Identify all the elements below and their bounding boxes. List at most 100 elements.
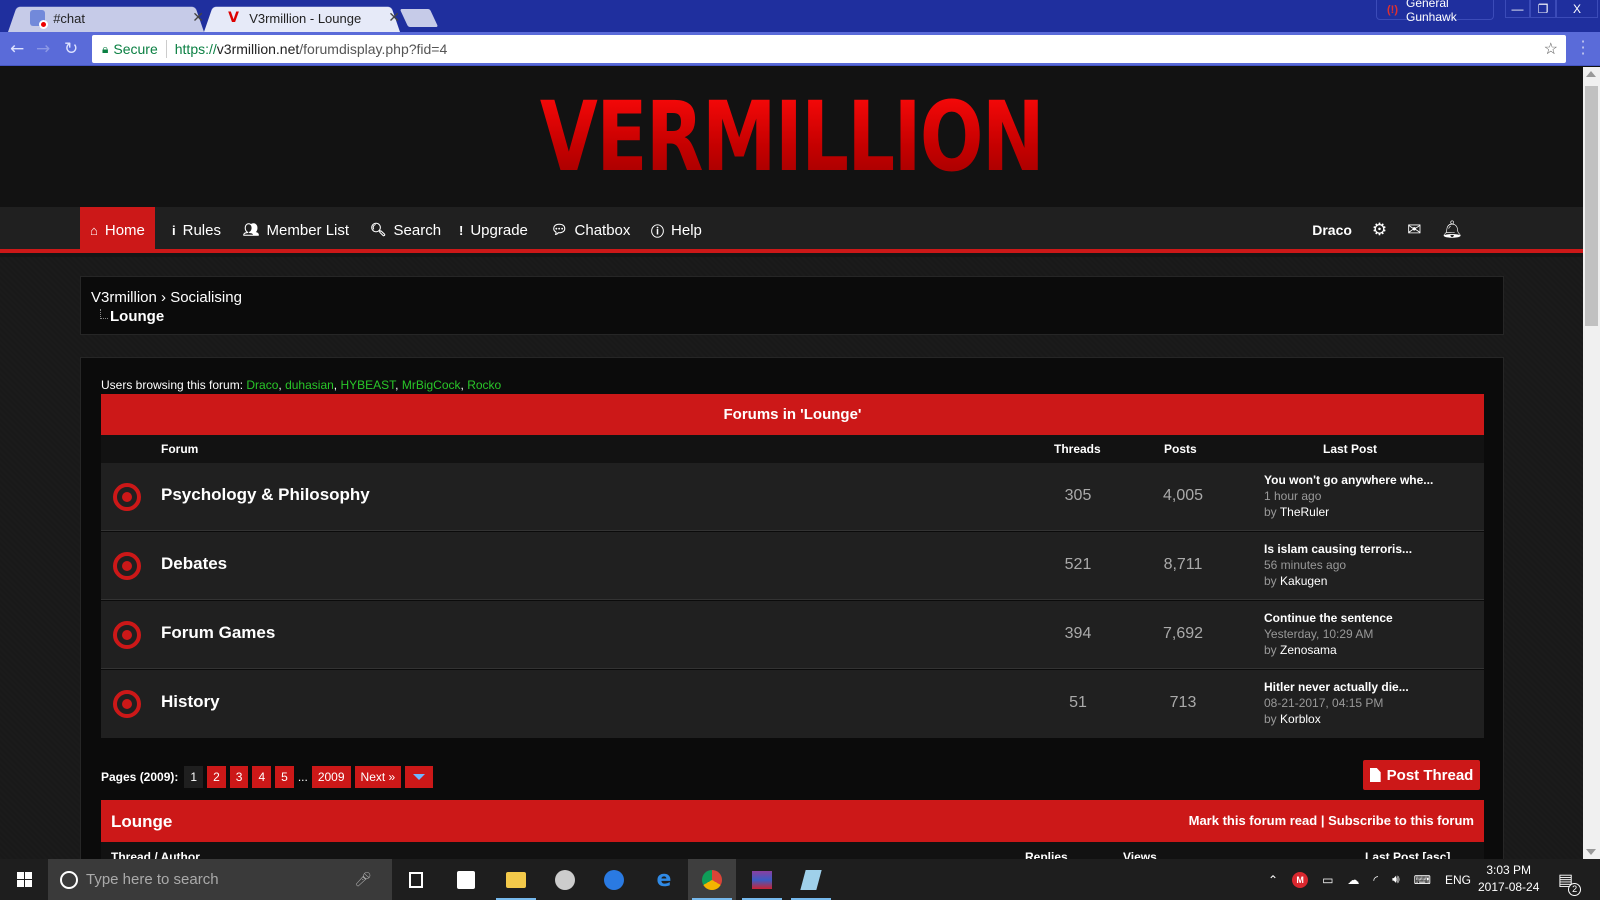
taskbar-search[interactable]: Type here to search 🎤︎: [48, 859, 392, 900]
scroll-up-icon[interactable]: [1586, 71, 1596, 77]
thread-list-header: Lounge Mark this forum read | Subscribe …: [101, 800, 1484, 842]
col-thread-author[interactable]: Thread / Author: [111, 850, 200, 859]
scroll-down-icon[interactable]: [1586, 849, 1596, 855]
wifi-icon[interactable]: ◜: [1373, 873, 1378, 887]
chrome-icon[interactable]: [688, 859, 736, 900]
forum-status-icon: [113, 552, 141, 580]
col-replies[interactable]: Replies: [1025, 850, 1068, 859]
forum-last-post: You won't go anywhere whe... 1 hour ago …: [1264, 472, 1433, 520]
breadcrumb-root[interactable]: V3rmillion: [91, 289, 157, 306]
nav-upgrade[interactable]: ! Upgrade: [449, 207, 538, 253]
breadcrumb-parent[interactable]: Socialising: [170, 289, 242, 306]
nav-member-list[interactable]: 👥︎ Member List: [233, 207, 359, 253]
jump-to-page-dropdown-icon[interactable]: [405, 766, 434, 788]
tab-chat[interactable]: #chat ✕: [8, 4, 204, 32]
browser-menu-icon[interactable]: · · ·: [1580, 34, 1586, 62]
nav-rules[interactable]: i Rules: [162, 207, 231, 253]
onedrive-icon[interactable]: ☁: [1347, 873, 1359, 887]
back-icon[interactable]: ←: [10, 39, 24, 59]
forum-name[interactable]: History: [161, 692, 220, 712]
microphone-icon[interactable]: 🎤︎: [354, 871, 372, 888]
nav-home[interactable]: ⌂ Home: [80, 207, 155, 253]
browsing-user[interactable]: Draco: [246, 378, 278, 392]
last-post-title[interactable]: You won't go anywhere whe...: [1264, 472, 1433, 488]
panda-app-icon[interactable]: [541, 859, 589, 900]
close-window-button[interactable]: X: [1556, 0, 1598, 18]
breadcrumb: V3rmillion › Socialising Lounge: [80, 276, 1504, 335]
reload-icon[interactable]: ↻: [64, 39, 78, 59]
col-posts: Posts: [1164, 442, 1197, 456]
volume-icon[interactable]: 🔊︎: [1392, 872, 1400, 887]
last-post-title[interactable]: Continue the sentence: [1264, 610, 1393, 626]
username-link[interactable]: Draco: [1312, 222, 1352, 238]
last-post-author[interactable]: Zenosama: [1280, 643, 1337, 657]
users-icon: 👥︎: [243, 222, 260, 237]
forum-row: Debates 521 8,711 Is islam causing terro…: [101, 532, 1484, 600]
refresh-app-icon[interactable]: [590, 859, 638, 900]
tab-v3rmillion-lounge[interactable]: V V3rmillion - Lounge ✕: [204, 4, 400, 32]
close-tab-icon[interactable]: ✕: [388, 10, 400, 26]
gear-icon[interactable]: ⚙: [1372, 220, 1387, 240]
task-view-icon[interactable]: [392, 859, 440, 900]
notepad-icon[interactable]: [787, 859, 835, 900]
taskbar-clock[interactable]: 3:03 PM 2017-08-24: [1478, 862, 1539, 896]
start-button[interactable]: [0, 859, 48, 900]
browsing-user[interactable]: HYBEAST: [340, 378, 395, 392]
next-page-button[interactable]: Next »: [354, 766, 402, 788]
last-post-author[interactable]: TheRuler: [1280, 505, 1329, 519]
col-views[interactable]: Views: [1123, 850, 1157, 859]
restore-button[interactable]: ❐: [1530, 0, 1556, 18]
battery-icon[interactable]: ▭: [1322, 873, 1333, 887]
minimize-button[interactable]: —: [1505, 0, 1530, 18]
nav-search[interactable]: 🔍︎ Search: [360, 207, 451, 253]
file-explorer-icon[interactable]: [492, 859, 540, 900]
page-link[interactable]: 4: [252, 766, 272, 788]
page-link[interactable]: 3: [229, 766, 249, 788]
forum-name[interactable]: Forum Games: [161, 623, 275, 643]
page-scrollbar[interactable]: [1583, 67, 1600, 859]
mark-forum-read-link[interactable]: Mark this forum read: [1189, 813, 1318, 828]
language-indicator[interactable]: ENG: [1445, 873, 1471, 887]
col-threads: Threads: [1054, 442, 1101, 456]
last-post-author[interactable]: Kakugen: [1280, 574, 1327, 588]
browsing-user[interactable]: duhasian: [285, 378, 334, 392]
last-post-author[interactable]: Korblox: [1280, 712, 1321, 726]
profile-button[interactable]: (!) General Gunhawk: [1376, 0, 1494, 24]
bell-icon[interactable]: 🔔︎: [1441, 220, 1463, 240]
new-tab-button[interactable]: [399, 9, 439, 27]
address-bar[interactable]: 🔒︎ Secure https://v3rmillion.net/forumdi…: [92, 35, 1566, 63]
forum-content: Users browsing this forum: Draco, duhasi…: [80, 357, 1504, 859]
nav-help[interactable]: ⓘ Help: [641, 207, 712, 253]
forum-name[interactable]: Psychology & Philosophy: [161, 485, 370, 505]
browsing-label: Users browsing this forum:: [101, 378, 244, 392]
edge-icon[interactable]: e: [640, 859, 688, 900]
store-icon[interactable]: [442, 859, 490, 900]
show-hidden-icons-icon[interactable]: ⌃: [1268, 873, 1278, 887]
action-center-button[interactable]: ▤ 2: [1558, 859, 1582, 900]
nav-chatbox[interactable]: 💬︎ Chatbox: [541, 207, 640, 253]
forward-icon[interactable]: →: [36, 39, 50, 59]
system-tray: ⌃ M ▭ ☁ ◜ 🔊︎ ⌨ ENG: [1268, 859, 1471, 900]
winrar-icon[interactable]: [738, 859, 786, 900]
forum-name[interactable]: Debates: [161, 554, 227, 574]
last-post-title[interactable]: Is islam causing terroris...: [1264, 541, 1412, 557]
subscribe-forum-link[interactable]: Subscribe to this forum: [1328, 813, 1474, 828]
bookmark-star-icon[interactable]: ☆: [1544, 39, 1558, 59]
breadcrumb-path: V3rmillion › Socialising: [91, 289, 242, 306]
close-tab-icon[interactable]: ✕: [192, 10, 204, 26]
browser-titlebar: #chat ✕ V V3rmillion - Lounge ✕ (!) Gene…: [0, 0, 1600, 32]
last-post-time: 1 hour ago: [1264, 489, 1322, 503]
mega-icon[interactable]: M: [1292, 871, 1309, 888]
site-logo[interactable]: VERMILLION: [174, 87, 1409, 187]
keyboard-icon[interactable]: ⌨: [1414, 873, 1431, 887]
page-link[interactable]: 2: [207, 766, 226, 788]
scrollbar-thumb[interactable]: [1585, 86, 1598, 326]
col-last-post-sort[interactable]: Last Post [asc]: [1365, 850, 1450, 859]
envelope-icon[interactable]: ✉: [1407, 220, 1421, 240]
post-thread-button[interactable]: Post Thread: [1363, 760, 1480, 790]
page-link[interactable]: 5: [275, 766, 294, 788]
browsing-user[interactable]: MrBigCock: [402, 378, 461, 392]
browsing-user[interactable]: Rocko: [467, 378, 501, 392]
page-link-last[interactable]: 2009: [311, 766, 351, 788]
last-post-title[interactable]: Hitler never actually die...: [1264, 679, 1409, 695]
